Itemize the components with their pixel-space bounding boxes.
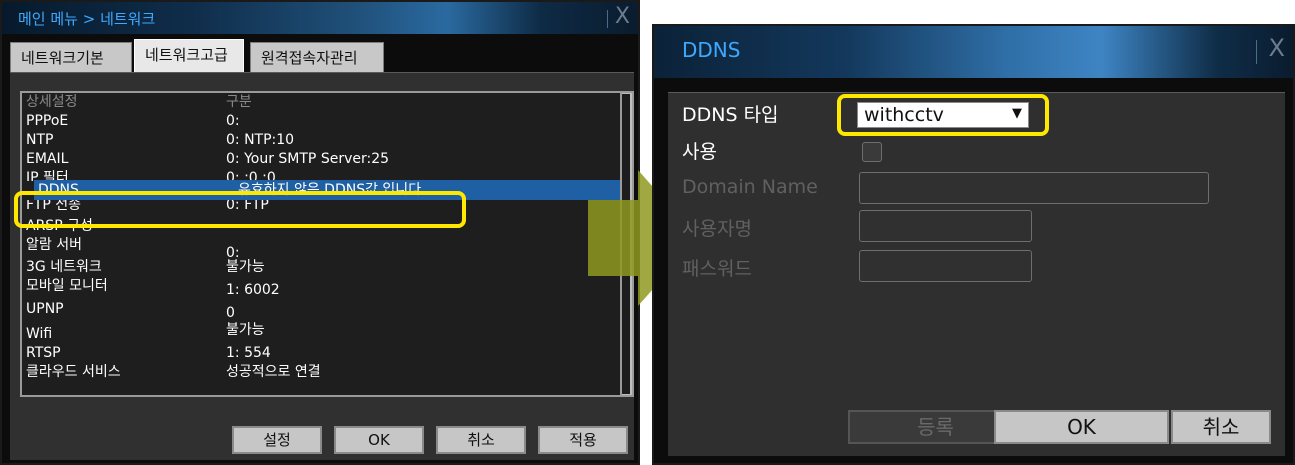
ddns-row-highlight (14, 191, 466, 228)
row-setting: PPPoE (26, 113, 69, 129)
password-label: 패스워드 (682, 258, 752, 280)
row-value: 0: NTP:10 (226, 132, 295, 148)
ddns-dialog: DDNS X DDNS 타입 withcctv ▼ 사용 Domain Name… (652, 24, 1295, 465)
advanced-settings-panel: 상세설정 구분 PPPoE 0: NTP 0: NTP:10 EMAIL 0: … (10, 72, 634, 460)
row-setting: RTSP (26, 345, 61, 361)
list-row-alarm-server[interactable]: 알람 서버 0: (26, 236, 620, 261)
username-label: 사용자명 (682, 218, 752, 240)
right-titlebar: DDNS X (654, 26, 1293, 78)
row-value: 성공적으로 연결 (226, 364, 321, 380)
row-setting: 클라우드 서비스 (26, 364, 121, 380)
enable-checkbox[interactable] (862, 142, 882, 162)
list-row-wifi[interactable]: Wifi 불가능 (26, 321, 620, 342)
username-field[interactable] (859, 210, 1032, 242)
password-field[interactable] (859, 250, 1032, 282)
ok-button[interactable]: OK (994, 410, 1169, 444)
enable-label: 사용 (682, 141, 717, 163)
tab-network-advanced[interactable]: 네트워크고급 (134, 39, 244, 72)
tab-remote-access[interactable]: 원격접속자관리 (250, 42, 384, 72)
close-icon[interactable]: X (615, 4, 630, 29)
row-setting: 알람 서버 (26, 237, 82, 253)
row-setting: 모바일 모니터 (26, 278, 108, 294)
row-setting: UPNP (26, 301, 64, 317)
ok-button[interactable]: OK (334, 426, 424, 454)
apply-button[interactable]: 적용 (538, 426, 628, 454)
cancel-button[interactable]: 취소 (1171, 410, 1271, 444)
tab-network-basic[interactable]: 네트워크기본 (10, 42, 132, 72)
row-value: 0: Your SMTP Server:25 (226, 151, 390, 167)
dialog-title: DDNS (682, 38, 741, 62)
list-row-cloud[interactable]: 클라우드 서비스 성공적으로 연결 (26, 363, 620, 381)
domain-name-label: Domain Name (682, 176, 818, 198)
list-row-pppoe[interactable]: PPPoE 0: (26, 112, 620, 130)
row-value: 0: (226, 113, 240, 129)
row-value: 0 (226, 305, 235, 321)
list-row-3g[interactable]: 3G 네트워크 불가능 (26, 258, 620, 276)
row-setting: NTP (26, 132, 54, 148)
network-settings-window: 메인 메뉴 > 네트워크 X 네트워크기본 네트워크고급 원격접속자관리 상세설… (0, 0, 640, 465)
row-value: 1: 6002 (226, 282, 280, 298)
row-setting: 3G 네트워크 (26, 259, 102, 275)
row-value: 불가능 (226, 322, 265, 338)
title-divider (607, 10, 608, 28)
breadcrumb: 메인 메뉴 > 네트워크 (18, 10, 156, 28)
list-row-rtsp[interactable]: RTSP 1: 554 (26, 344, 620, 362)
row-setting: Wifi (26, 326, 53, 342)
settings-list: 상세설정 구분 PPPoE 0: NTP 0: NTP:10 EMAIL 0: … (20, 91, 632, 397)
title-divider (1256, 40, 1257, 64)
row-setting: EMAIL (26, 151, 69, 167)
cancel-button[interactable]: 취소 (436, 426, 526, 454)
list-row-ntp[interactable]: NTP 0: NTP:10 (26, 131, 620, 149)
header-setting: 상세설정 (26, 94, 78, 110)
close-icon[interactable]: X (1269, 34, 1285, 62)
list-header: 상세설정 구분 (26, 93, 620, 111)
list-row-mobile-monitor[interactable]: 모바일 모니터 1: 6002 (26, 277, 620, 298)
ddns-type-label: DDNS 타입 (682, 104, 779, 126)
header-category: 구분 (226, 94, 252, 110)
list-row-upnp[interactable]: UPNP 0 (26, 300, 620, 321)
settings-button[interactable]: 설정 (232, 426, 322, 454)
row-value: 불가능 (226, 259, 265, 275)
domain-name-field[interactable] (859, 172, 1209, 204)
left-titlebar: 메인 메뉴 > 네트워크 X (2, 2, 638, 34)
ddns-type-highlight (837, 94, 1049, 136)
list-row-email[interactable]: EMAIL 0: Your SMTP Server:25 (26, 150, 620, 168)
row-value: 1: 554 (226, 345, 271, 361)
